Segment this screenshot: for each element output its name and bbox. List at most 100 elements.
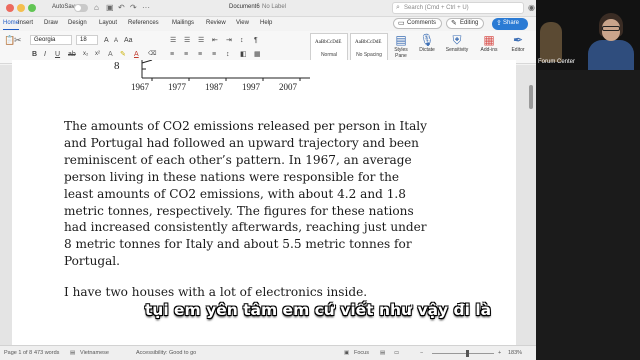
underline-icon[interactable]: U (55, 50, 60, 59)
highlight-icon[interactable]: ✎ (120, 50, 126, 59)
search-input[interactable]: ⌕ Search (Cmd + Ctrl + U) (392, 2, 524, 14)
paragraph-line: The amounts of CO2 emissions released pe… (64, 119, 428, 133)
italic-icon[interactable]: I (44, 50, 46, 59)
word-count[interactable]: 473 words (34, 350, 59, 356)
borders-icon[interactable]: ▦ (254, 50, 261, 59)
lamp-shape (540, 22, 562, 62)
proofing-icon[interactable]: ▤ (70, 350, 75, 356)
font-name-value: Georgia (34, 37, 56, 43)
paragraph-line: had increased consistently afterwards, r… (64, 220, 427, 235)
shrink-font-icon[interactable]: A (114, 37, 118, 46)
justify-icon[interactable]: ≡ (212, 50, 216, 59)
zoom-slider-knob[interactable] (466, 350, 469, 357)
styles-pane-button[interactable]: ▤ Styles Pane (388, 33, 414, 63)
sensitivity-button[interactable]: ⛨ Sensitivity (444, 33, 470, 63)
tab-layout[interactable]: Layout (99, 20, 117, 26)
clear-format-icon[interactable]: ⌫ (148, 50, 156, 59)
zoom-in-icon[interactable]: + (498, 350, 501, 356)
styles-pane-icon: ▤ (395, 33, 407, 47)
zoom-slider[interactable] (432, 353, 494, 354)
editing-button[interactable]: ✎ Editing (446, 18, 485, 29)
tab-review[interactable]: Review (206, 20, 226, 26)
print-layout-icon[interactable]: ▤ (380, 350, 385, 356)
dictate-label: Dictate (419, 47, 435, 53)
body-paragraph[interactable]: The amounts of CO2 emissions released pe… (64, 118, 484, 270)
clipboard-icon[interactable]: ✂ (14, 36, 22, 45)
font-size-field[interactable]: 18 (76, 35, 98, 45)
format-painter-icon[interactable]: Aa (124, 36, 133, 45)
bullets-icon[interactable]: ☰ (170, 36, 176, 45)
glasses-icon (602, 26, 620, 31)
sort-icon[interactable]: ↕ (240, 36, 244, 45)
tab-mailings[interactable]: Mailings (172, 20, 194, 26)
vertical-scrollbar[interactable] (528, 65, 534, 345)
decrease-indent-icon[interactable]: ⇤ (212, 36, 218, 45)
body-paragraph-2[interactable]: I have two houses with a lot of electron… (64, 285, 367, 299)
tab-help[interactable]: Help (260, 20, 272, 26)
editor-button[interactable]: ✒ Editor (505, 33, 531, 63)
tab-insert[interactable]: Insert (18, 20, 33, 26)
person-body (588, 40, 634, 70)
close-window-button[interactable] (6, 4, 14, 12)
share-button[interactable]: ⇪ Share (492, 18, 528, 30)
style-no-spacing[interactable]: AaBbCcDdE No Spacing (350, 33, 388, 61)
zoom-level[interactable]: 183% (508, 350, 522, 356)
align-center-icon[interactable]: ≡ (184, 50, 188, 59)
scroll-thumb[interactable] (529, 85, 533, 109)
tab-draw[interactable]: Draw (44, 20, 58, 26)
accessibility-status[interactable]: Accessibility: Good to go (136, 350, 196, 356)
superscript-icon[interactable]: x² (95, 50, 100, 59)
comments-button[interactable]: ▭ Comments (393, 18, 443, 29)
more-icon[interactable]: ··· (142, 3, 150, 13)
focus-button[interactable]: Focus (354, 350, 369, 356)
redo-icon[interactable]: ↷ (130, 3, 137, 13)
document-title: Document6 (229, 4, 260, 10)
style-normal[interactable]: AaBbCcDdE Normal (310, 33, 348, 61)
zoom-out-icon[interactable]: − (420, 350, 423, 356)
pilcrow-icon[interactable]: ¶ (254, 36, 258, 45)
x-tick-label: 1977 (168, 82, 186, 92)
language-status[interactable]: Vietnamese (80, 350, 109, 356)
home-icon[interactable]: ⌂ (94, 3, 99, 13)
web-layout-icon[interactable]: ▭ (394, 350, 399, 356)
line-spacing-icon[interactable]: ↕ (226, 50, 230, 59)
x-tick-label: 2007 (279, 82, 297, 92)
addins-button[interactable]: ▦ Add-ins (476, 33, 502, 63)
align-left-icon[interactable]: ≡ (170, 50, 174, 59)
paragraph-line: least amounts of CO2 emissions, with abo… (64, 186, 406, 201)
paragraph-line: Portugal. (64, 254, 121, 269)
shading-icon[interactable]: ◧ (240, 50, 247, 59)
ribbon-tabs: Home Insert Draw Design Layout Reference… (0, 17, 536, 31)
tab-home[interactable]: Home (3, 20, 20, 30)
page-count[interactable]: Page 1 of 8 (4, 350, 32, 356)
sensitivity-label[interactable]: No Label (262, 4, 286, 10)
share-icon: ⇪ (496, 20, 502, 27)
styles-pane-label: Styles Pane (394, 47, 408, 59)
profile-icon[interactable]: ◉ (528, 3, 535, 13)
tab-references[interactable]: References (128, 20, 159, 26)
subscript-icon[interactable]: x₂ (83, 50, 88, 59)
autosave-toggle[interactable] (74, 4, 88, 12)
font-name-field[interactable]: Georgia (30, 35, 72, 45)
minimize-window-button[interactable] (17, 4, 25, 12)
text-effects-icon[interactable]: A (108, 50, 113, 59)
undo-icon[interactable]: ↶ (118, 3, 125, 13)
font-color-icon[interactable]: A (134, 50, 139, 59)
bold-icon[interactable]: B (32, 50, 37, 59)
focus-icon[interactable]: ▣ (344, 350, 349, 356)
numbering-icon[interactable]: ☰ (184, 36, 190, 45)
zoom-window-button[interactable] (28, 4, 36, 12)
tab-view[interactable]: View (236, 20, 249, 26)
dictate-button[interactable]: 🎙 Dictate (414, 33, 440, 63)
paragraph-line: and Portugal had followed an upward traj… (64, 135, 419, 150)
align-right-icon[interactable]: ≡ (198, 50, 202, 59)
increase-indent-icon[interactable]: ⇥ (226, 36, 232, 45)
tab-design[interactable]: Design (68, 20, 87, 26)
strikethrough-icon[interactable]: ab (68, 50, 76, 59)
style-normal-preview: AaBbCcDdE (315, 40, 342, 45)
save-icon[interactable]: ▣ (106, 3, 114, 13)
multilevel-list-icon[interactable]: ☰ (198, 36, 204, 45)
x-tick-label: 1967 (131, 82, 149, 92)
grow-font-icon[interactable]: A (104, 36, 109, 45)
editor-label: Editor (511, 47, 525, 53)
